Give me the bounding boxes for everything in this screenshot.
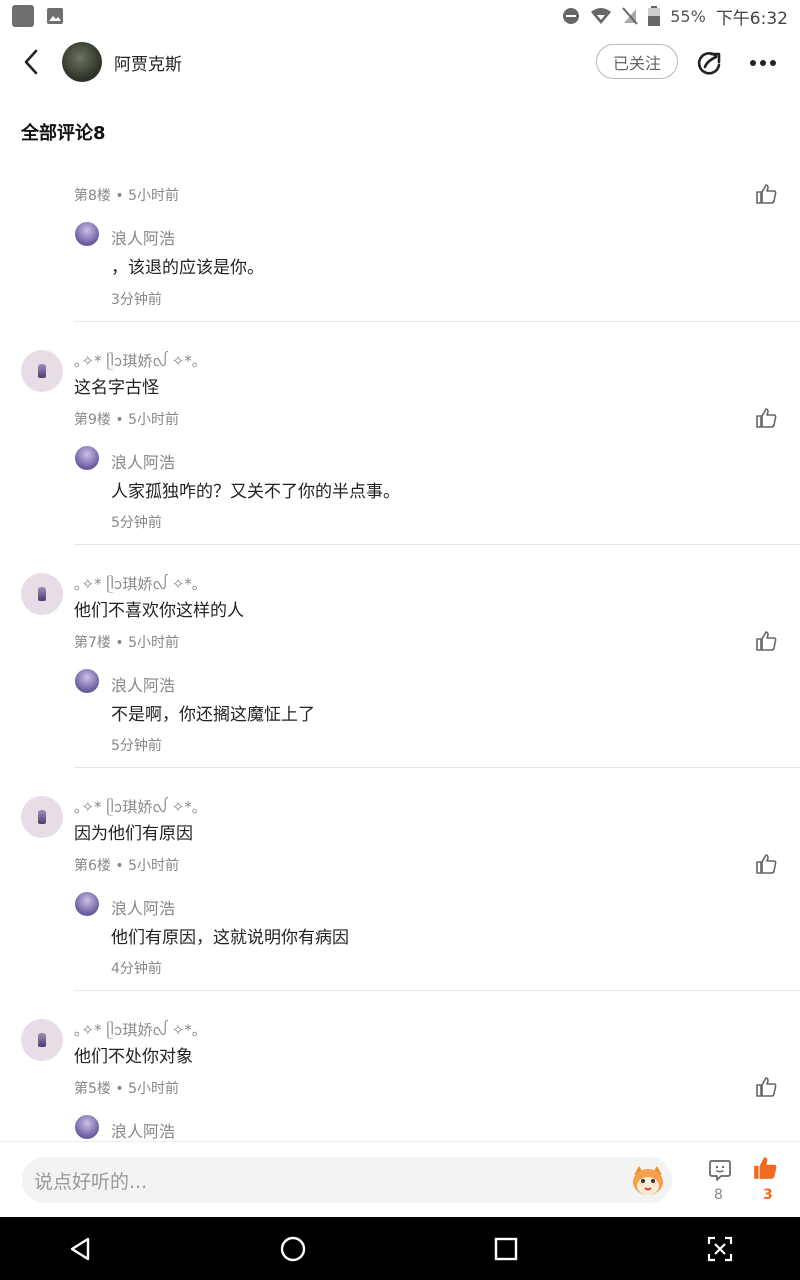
follow-button[interactable]: 已关注 [596,44,678,79]
nav-recents-icon[interactable] [491,1234,521,1264]
battery-icon [648,6,661,26]
thumbs-up-icon[interactable] [752,1155,778,1181]
comment-count: 8 [714,1187,723,1203]
reply-username[interactable]: 浪人阿浩 [111,895,175,919]
reply-text: ，该退的应该是你。 [111,258,264,278]
comment-meta: 第8楼 • 5小时前 [74,188,179,204]
image-notification-icon [47,8,63,24]
thumbs-up-icon[interactable] [754,629,778,653]
system-nav-bar [0,1217,800,1280]
like-count: 3 [763,1187,773,1203]
reply-username[interactable]: 浪人阿浩 [111,672,175,696]
comment-item: 第8楼 • 5小时前 浪人阿浩 ，该退的应该是你。 3分钟前 [0,150,800,322]
reply-time: 4分钟前 [111,961,162,977]
comment-meta: 第9楼 • 5小时前 [74,412,179,428]
clock: 下午6:32 [715,8,788,29]
avatar[interactable] [62,42,102,82]
nav-back-icon[interactable] [66,1234,96,1264]
comments-section-title: 全部评论8 [21,123,106,144]
comment-text: 他们不喜欢你这样的人 [74,601,244,621]
reply-avatar[interactable] [75,222,99,246]
divider [74,321,800,322]
nav-home-icon[interactable] [278,1234,308,1264]
comment-item: ｡✧* ᥫᩣ琪娇ᩓ ✧*｡ 这名字古怪 第9楼 • 5小时前 浪人阿浩 人家孤独… [0,345,800,568]
wifi-icon [591,8,612,24]
comment-username[interactable]: ｡✧* ᥫᩣ琪娇ᩓ ✧*｡ [74,350,199,374]
dnd-icon [563,8,580,24]
thumbs-up-icon[interactable] [754,182,778,206]
comment-meta: 第7楼 • 5小时前 [74,635,179,651]
reply-avatar[interactable] [75,669,99,693]
comment-text: 因为他们有原因 [74,824,193,844]
nav-screenshot-icon[interactable] [705,1234,735,1264]
more-button[interactable] [748,48,778,78]
reply-avatar[interactable] [75,892,99,916]
avatar[interactable] [21,796,63,838]
reply-time: 5分钟前 [111,515,162,531]
thumbs-up-icon[interactable] [754,852,778,876]
comment-username[interactable]: ｡✧* ᥫᩣ琪娇ᩓ ✧*｡ [74,796,199,820]
reply-time: 3分钟前 [111,292,162,308]
reply-text: 人家孤独咋的？又关不了你的半点事。 [111,482,400,502]
reply-avatar[interactable] [75,1115,99,1139]
thumbs-up-icon[interactable] [754,1075,778,1099]
reply-avatar[interactable] [75,446,99,470]
divider [74,990,800,991]
battery-percent: 55% [670,6,706,26]
no-signal-icon [622,7,639,25]
header-username[interactable]: 阿贾克斯 [114,50,182,75]
avatar[interactable] [21,1019,63,1061]
app-notification-icon [12,5,34,27]
comment-input[interactable]: 说点好听的... [22,1157,672,1203]
status-bar: 55% 下午6:32 [0,0,800,32]
divider [74,767,800,768]
reply-text: 他们有原因，这就说明你有病因 [111,928,349,948]
comment-icon[interactable] [708,1158,732,1182]
comment-list[interactable]: 第8楼 • 5小时前 浪人阿浩 ，该退的应该是你。 3分钟前 ｡✧* ᥫᩣ琪娇ᩓ… [0,150,800,1140]
divider [74,544,800,545]
thumbs-up-icon[interactable] [754,406,778,430]
comment-meta: 第6楼 • 5小时前 [74,858,179,874]
comment-meta: 第5楼 • 5小时前 [74,1081,179,1097]
emoji-icon[interactable] [630,1163,666,1197]
reply-username[interactable]: 浪人阿浩 [111,1118,175,1140]
comment-text: 他们不处你对象 [74,1047,193,1067]
avatar[interactable] [21,573,63,615]
reply-username[interactable]: 浪人阿浩 [111,449,175,473]
comment-item: ｡✧* ᥫᩣ琪娇ᩓ ✧*｡ 因为他们有原因 第6楼 • 5小时前 浪人阿浩 他们… [0,791,800,1014]
reply-time: 5分钟前 [111,738,162,754]
share-icon[interactable] [694,48,724,78]
reply-text: 不是啊，你还搁这魔怔上了 [111,705,315,725]
comment-input-bar: 说点好听的... 8 3 [0,1141,800,1217]
comment-input-placeholder: 说点好听的... [34,1170,148,1193]
back-arrow-icon [24,49,38,75]
comment-text: 这名字古怪 [74,378,159,398]
back-button[interactable] [0,36,62,88]
comment-item: ｡✧* ᥫᩣ琪娇ᩓ ✧*｡ 他们不喜欢你这样的人 第7楼 • 5小时前 浪人阿浩… [0,568,800,791]
comment-item: ｡✧* ᥫᩣ琪娇ᩓ ✧*｡ 他们不处你对象 第5楼 • 5小时前 浪人阿浩 [0,1014,800,1140]
more-icon [750,60,776,66]
top-header: 阿贾克斯 已关注 [0,36,800,88]
comment-username[interactable]: ｡✧* ᥫᩣ琪娇ᩓ ✧*｡ [74,1019,199,1043]
reply-username[interactable]: 浪人阿浩 [111,225,175,249]
comment-username[interactable]: ｡✧* ᥫᩣ琪娇ᩓ ✧*｡ [74,573,199,597]
avatar[interactable] [21,350,63,392]
